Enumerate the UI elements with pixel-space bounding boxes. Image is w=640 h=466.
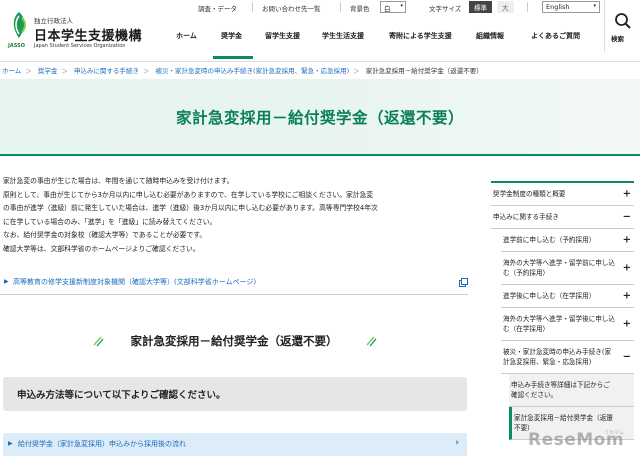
logo-jasso-text: JASSO bbox=[8, 43, 25, 49]
mext-external-link[interactable]: ▶ 高等教育の修学支援新制度対象機関（確認大学等）(文部科学省ホームページ) bbox=[0, 276, 468, 290]
sidebar-item-overseas-pre[interactable]: 海外の大学等へ進学・留学前に申し込む（予約採用） + bbox=[501, 252, 634, 285]
util-divider bbox=[340, 2, 341, 12]
plus-icon: + bbox=[622, 234, 631, 246]
chevron-down-icon: ▾ bbox=[593, 3, 596, 9]
notice-box: 申込み方法等について以下よりご確認ください。 bbox=[3, 377, 467, 411]
font-size-label: 文字サイズ bbox=[429, 5, 462, 13]
utility-bar: 調査・データ お問い合わせ先一覧 背景色 白 ▾ 文字サイズ 標準 大 Engl… bbox=[190, 0, 610, 14]
gnav-active-indicator bbox=[213, 56, 253, 59]
gnav-faq[interactable]: よくあるご質問 bbox=[531, 31, 580, 41]
font-size-standard-button[interactable]: 標準 bbox=[469, 1, 492, 13]
plus-icon: + bbox=[622, 262, 631, 274]
intro-paragraph: 確認大学等は、文部科学省のホームページよりご確認ください。 bbox=[3, 244, 200, 253]
intro-paragraph: の事由が進学（進級）前に発生していた場合は、進学（進級）後3か月以内に申し込む必… bbox=[3, 204, 378, 212]
logo-org-name: 日本学生支援機構 bbox=[34, 29, 143, 44]
jasso-logo-icon bbox=[13, 12, 26, 38]
triangle-right-icon: ▶ bbox=[8, 440, 13, 447]
sidebar-item-label: 進学前に申し込む（予約採用） bbox=[503, 236, 596, 244]
sidebar-item-in-school[interactable]: 進学後に申し込む（在学採用） + bbox=[501, 285, 634, 308]
breadcrumb-scholarship[interactable]: 奨学金 bbox=[38, 67, 58, 75]
accordion-label: 給付奨学金（家計急変採用）申込みから採用後の流れ bbox=[18, 440, 186, 448]
gnav-scholarship[interactable]: 奨学金 bbox=[221, 31, 242, 41]
breadcrumb: ホーム＞ 奨学金＞ 申込みに関する手続き＞ 被災・家計急変時の申込み手続き(家計… bbox=[0, 65, 640, 79]
sidebar-item-disaster[interactable]: 被災・家計急変時の申込み手続き(家計急変採用、緊急・応急採用) − bbox=[501, 341, 634, 374]
font-size-large-button[interactable]: 大 bbox=[497, 1, 514, 13]
sidebar-item-details-note[interactable]: 申込み手続き等詳細は下記からご確認ください。 bbox=[509, 374, 634, 407]
language-select[interactable]: English ▾ bbox=[542, 1, 600, 13]
sidebar-item-pre-enrollment[interactable]: 進学前に申し込む（予約採用） + bbox=[501, 229, 634, 252]
sidebar-item-label: 奨学金制度の種類と概要 bbox=[493, 190, 566, 198]
sidebar-item-label: 海外の大学等へ進学・留学後に申し込む（在学採用） bbox=[503, 315, 616, 333]
minus-icon: − bbox=[622, 211, 631, 223]
bgcolor-select[interactable]: 白 ▾ bbox=[380, 1, 406, 13]
bgcolor-label: 背景色 bbox=[350, 5, 370, 13]
main-content: 家計急変の事由が生じた場合は、年間を通じて随時申込みを受け付けます。 原則として… bbox=[0, 175, 480, 256]
sidebar-item-procedures[interactable]: 申込みに関する手続き − bbox=[491, 206, 634, 229]
external-link-icon bbox=[459, 278, 468, 287]
sidebar-item-label: 海外の大学等へ進学・留学前に申し込む（予約採用） bbox=[503, 259, 616, 277]
breadcrumb-procedures[interactable]: 申込みに関する手続き bbox=[74, 67, 139, 75]
resemom-watermark: ReseMom bbox=[528, 430, 625, 450]
site-logo[interactable]: 独立行政法人 日本学生支援機構 JASSO Japan Student Serv… bbox=[8, 8, 142, 50]
plus-icon: + bbox=[622, 188, 631, 200]
chevron-down-icon: ▾ bbox=[400, 3, 403, 9]
slash-decoration-icon bbox=[366, 336, 377, 347]
section-heading-text: 家計急変採用－給付奨学金（返還不要） bbox=[130, 334, 338, 348]
sidebar-item-scholarship-overview[interactable]: 奨学金制度の種類と概要 + bbox=[491, 183, 634, 206]
header-divider bbox=[0, 61, 640, 62]
search-label: 検索 bbox=[611, 35, 624, 43]
plus-icon: + bbox=[622, 318, 631, 330]
search-icon bbox=[615, 13, 631, 29]
gnav-donation[interactable]: 寄附による学生支援 bbox=[389, 31, 452, 41]
breadcrumb-separator: ＞ bbox=[25, 67, 32, 75]
breadcrumb-separator: ＞ bbox=[353, 67, 360, 75]
intro-paragraph: なお、給付奨学金の対象校（確認大学等）であることが必要です。 bbox=[3, 231, 207, 239]
breadcrumb-current: 家計急変採用－給付奨学金（返還不要） bbox=[365, 67, 483, 75]
plus-icon: + bbox=[622, 290, 631, 302]
chevron-right-icon: › bbox=[455, 438, 459, 448]
site-header: 独立行政法人 日本学生支援機構 JASSO Japan Student Serv… bbox=[0, 0, 640, 62]
intro-paragraph: 家計急変の事由が生じた場合は、年間を通じて随時申込みを受け付けます。 bbox=[3, 177, 234, 185]
util-divider bbox=[252, 2, 253, 12]
bgcolor-value: 白 bbox=[384, 5, 391, 13]
search-button[interactable]: 検索 bbox=[604, 0, 640, 52]
minus-icon: − bbox=[622, 351, 631, 363]
intro-paragraph: に在学している場合のみ、「進学」を「進級」に読み替えてください。 bbox=[3, 217, 217, 226]
flow-accordion[interactable]: ▶ 給付奨学金（家計急変採用）申込みから採用後の流れ › bbox=[3, 433, 467, 456]
sidebar-item-label: 被災・家計急変時の申込み手続き(家計急変採用、緊急・応急採用) bbox=[503, 348, 612, 366]
sidebar-item-label: 進学後に申し込む（在学採用） bbox=[503, 292, 596, 300]
gnav-home[interactable]: ホーム bbox=[176, 31, 197, 41]
gnav-international-students[interactable]: 留学生支援 bbox=[265, 31, 300, 41]
sidebar-item-label: 申込みに関する手続き bbox=[493, 213, 559, 221]
contact-link[interactable]: お問い合わせ先一覧 bbox=[262, 3, 321, 13]
breadcrumb-disaster[interactable]: 被災・家計急変時の申込み手続き(家計急変採用、緊急・応急採用) bbox=[156, 67, 350, 75]
sidebar-nav: 奨学金制度の種類と概要 + 申込みに関する手続き − 進学前に申し込む（予約採用… bbox=[491, 181, 634, 440]
intro-paragraph: 原則として、事由が生じてから3か月以内に申し込む必要がありますので、在学している… bbox=[3, 190, 374, 199]
breadcrumb-separator: ＞ bbox=[142, 67, 150, 75]
title-band: 家計急変採用－給付奨学金（返還不要） bbox=[0, 79, 640, 155]
page-title: 家計急変採用－給付奨学金（返還不要） bbox=[175, 109, 464, 127]
survey-link[interactable]: 調査・データ bbox=[198, 3, 237, 13]
sidebar-item-label: 申込み手続き等詳細は下記からご確認ください。 bbox=[511, 381, 610, 399]
logo-org-name-en: Japan Student Services Organization bbox=[34, 43, 126, 49]
gnav-student-life[interactable]: 学生生活支援 bbox=[322, 31, 364, 41]
logo-org-type: 独立行政法人 bbox=[34, 17, 73, 25]
gnav-organization[interactable]: 組織情報 bbox=[476, 31, 504, 41]
breadcrumb-home[interactable]: ホーム bbox=[2, 67, 21, 75]
section-heading: 家計急変採用－給付奨学金（返還不要） bbox=[0, 331, 468, 351]
breadcrumb-separator: ＞ bbox=[61, 67, 68, 75]
title-underline bbox=[0, 154, 640, 156]
section-divider bbox=[0, 294, 468, 295]
language-value: English bbox=[546, 3, 570, 11]
mext-link-text: 高等教育の修学支援新制度対象機関（確認大学等）(文部科学省ホームページ) bbox=[13, 278, 257, 286]
util-divider bbox=[527, 2, 528, 12]
arrow-right-icon: ▶ bbox=[4, 278, 9, 285]
sidebar-item-overseas-post[interactable]: 海外の大学等へ進学・留学後に申し込む（在学採用） + bbox=[501, 308, 634, 341]
notice-text: 申込み方法等について以下よりご確認ください。 bbox=[17, 390, 226, 401]
